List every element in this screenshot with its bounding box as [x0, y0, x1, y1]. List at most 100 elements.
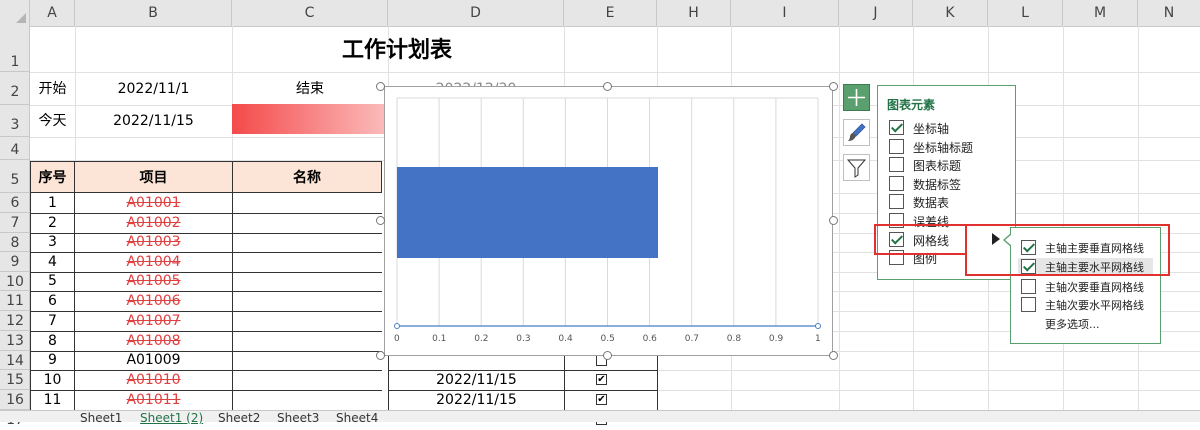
item-cell[interactable]: A01010 [74, 370, 233, 391]
item-cell[interactable]: A01006 [74, 291, 233, 312]
sheet-tab[interactable]: Sheet1 [80, 411, 122, 425]
column-header-h[interactable]: H [657, 0, 731, 26]
row-header[interactable]: 4 [0, 137, 30, 160]
chart-element-option[interactable]: 图表标题 [886, 157, 1006, 174]
row-header[interactable]: 11 [0, 291, 30, 311]
name-cell[interactable] [232, 272, 382, 292]
row-header[interactable]: 12 [0, 311, 30, 331]
name-cell[interactable] [232, 331, 382, 352]
column-header-n[interactable]: N [1138, 0, 1200, 26]
more-options-link[interactable]: 更多选项... [1045, 316, 1100, 332]
resize-handle[interactable] [376, 82, 385, 91]
date-cell[interactable]: 2022/11/15 [388, 390, 565, 411]
name-cell[interactable] [232, 252, 382, 273]
chart-element-option[interactable]: 数据标签 [886, 175, 1006, 193]
today-date-cell[interactable]: 2022/11/15 [75, 106, 232, 137]
chart-element-checkbox[interactable] [889, 120, 904, 135]
item-cell[interactable]: A01002 [74, 213, 233, 234]
seq-cell[interactable]: 6 [30, 291, 75, 312]
resize-handle[interactable] [376, 216, 385, 225]
chart-element-option[interactable]: 坐标轴 [886, 120, 1006, 137]
item-cell[interactable]: A01007 [74, 311, 233, 332]
row-header[interactable]: 3 [0, 105, 30, 137]
row-header[interactable]: 16 [0, 390, 30, 410]
seq-cell[interactable]: 5 [30, 272, 75, 292]
column-header-b[interactable]: B [75, 0, 232, 26]
sheet-tab[interactable]: Sheet4 [336, 411, 378, 425]
seq-cell[interactable]: 2 [30, 213, 75, 234]
gridline-checkbox[interactable] [1021, 297, 1036, 312]
column-header-e[interactable]: E [564, 0, 657, 26]
seq-cell[interactable]: 11 [30, 390, 75, 411]
item-cell[interactable]: A01003 [74, 233, 233, 253]
done-checkbox[interactable]: ✔ [596, 374, 607, 385]
name-cell[interactable] [232, 213, 382, 234]
name-cell[interactable] [232, 311, 382, 332]
chart-element-checkbox[interactable] [889, 157, 904, 173]
chart-elements-button[interactable] [843, 84, 870, 111]
row-header[interactable]: 2 [0, 72, 30, 105]
start-date-cell[interactable]: 2022/11/1 [75, 73, 232, 105]
date-cell[interactable]: 2022/11/15 [388, 370, 565, 391]
seq-cell[interactable]: 1 [30, 193, 75, 214]
chart-styles-button[interactable] [843, 119, 870, 146]
column-header-m[interactable]: M [1063, 0, 1138, 26]
column-header-i[interactable]: I [731, 0, 839, 26]
gridline-checkbox[interactable] [1021, 279, 1036, 294]
sheet-tab[interactable]: Sheet2 [218, 411, 260, 425]
name-cell[interactable] [232, 291, 382, 312]
chart-element-checkbox[interactable] [889, 194, 904, 210]
item-cell[interactable]: A01009 [74, 351, 233, 371]
row-header[interactable]: 6 [0, 193, 30, 213]
chart-filters-button[interactable] [843, 154, 870, 181]
row-header[interactable]: 5 [0, 160, 30, 193]
column-header-c[interactable]: C [232, 0, 388, 26]
column-header-l[interactable]: L [988, 0, 1063, 26]
name-cell[interactable] [232, 390, 382, 411]
done-checkbox[interactable]: ✔ [596, 394, 607, 405]
row-header[interactable]: 14 [0, 351, 30, 370]
seq-cell[interactable]: 10 [30, 370, 75, 391]
row-header[interactable]: 15 [0, 370, 30, 390]
chart-element-checkbox[interactable] [889, 138, 904, 154]
row-header[interactable]: 13 [0, 331, 30, 351]
seq-cell[interactable]: 8 [30, 331, 75, 352]
name-cell[interactable] [232, 351, 382, 371]
item-cell[interactable]: A01004 [74, 252, 233, 273]
row-header[interactable]: 1 [0, 26, 30, 72]
item-cell[interactable]: A01011 [74, 390, 233, 411]
resize-handle[interactable] [829, 216, 838, 225]
resize-handle[interactable] [376, 351, 385, 360]
seq-cell[interactable]: 7 [30, 311, 75, 332]
column-header-j[interactable]: J [839, 0, 913, 26]
resize-handle[interactable] [829, 351, 838, 360]
sheet-tab[interactable]: Sheet3 [277, 411, 319, 425]
row-header[interactable]: 9 [0, 252, 30, 272]
row-header[interactable]: 8 [0, 233, 30, 252]
status-cell[interactable] [564, 390, 658, 411]
gridline-option[interactable]: 主轴次要水平网格线 [1020, 296, 1155, 313]
chart-element-checkbox[interactable] [889, 175, 904, 191]
seq-cell[interactable]: 3 [30, 233, 75, 253]
resize-handle[interactable] [603, 351, 612, 360]
gridline-option[interactable]: 主轴次要垂直网格线 [1020, 278, 1155, 295]
column-header-d[interactable]: D [388, 0, 564, 26]
column-header-k[interactable]: K [913, 0, 988, 26]
select-all-corner[interactable] [0, 0, 30, 26]
sheet-tab[interactable]: Sheet1 (2) [140, 411, 203, 425]
seq-cell[interactable]: 4 [30, 252, 75, 273]
row-header[interactable]: 7 [0, 213, 30, 233]
name-cell[interactable] [232, 193, 382, 214]
column-header-a[interactable]: A [30, 0, 75, 26]
resize-handle[interactable] [603, 82, 612, 91]
name-cell[interactable] [232, 233, 382, 253]
item-cell[interactable]: A01001 [74, 193, 233, 214]
status-cell[interactable] [564, 370, 658, 391]
chart-element-option[interactable]: 坐标轴标题 [886, 138, 1006, 156]
item-cell[interactable]: A01005 [74, 272, 233, 292]
row-header[interactable]: 10 [0, 272, 30, 291]
resize-handle[interactable] [829, 82, 838, 91]
seq-cell[interactable]: 9 [30, 351, 75, 371]
name-cell[interactable] [232, 370, 382, 391]
item-cell[interactable]: A01008 [74, 331, 233, 352]
